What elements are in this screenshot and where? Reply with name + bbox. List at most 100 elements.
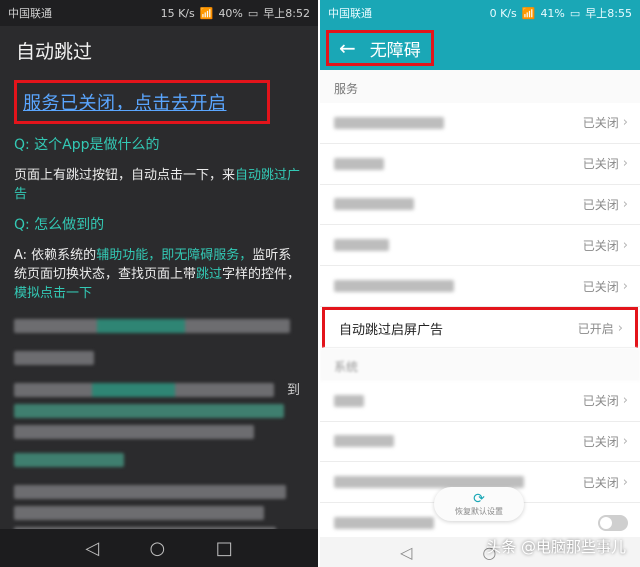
home-circle-icon[interactable]: ○ <box>150 538 166 559</box>
service-row[interactable]: 已关闭 › <box>320 103 640 144</box>
faq-answer-1: 页面上有跳过按钮，自动点击一下，来自动跳过广告 <box>14 166 304 204</box>
back-arrow-icon[interactable]: ← <box>339 36 356 60</box>
row-status: 已关闭 › <box>583 114 628 131</box>
signal-icon: 📶 <box>521 6 536 20</box>
blurred-label <box>334 280 454 293</box>
service-enable-link[interactable]: 服务已关闭，点击去开启 <box>14 80 270 124</box>
service-label: 自动跳过启屏广告 <box>339 322 444 338</box>
row-status: 已关闭 › <box>583 196 628 213</box>
answer-2-highlight-b: 跳过 <box>196 267 223 282</box>
row-status: 已关闭 › <box>583 433 628 450</box>
answer-2-text-a: A: 依赖系统的 <box>14 248 97 263</box>
status-text: 已关闭 <box>582 116 619 131</box>
blurred-line <box>14 506 264 520</box>
row-status: 已关闭 › <box>583 237 628 254</box>
chevron-right-icon: › <box>622 433 628 449</box>
refresh-icon: ⟳ <box>473 490 485 507</box>
back-triangle-icon[interactable]: ◁ <box>400 543 412 562</box>
recents-square-icon[interactable]: □ <box>216 538 233 559</box>
chevron-right-icon: › <box>622 196 628 212</box>
status-text: 已关闭 <box>582 238 619 253</box>
row-status: 已关闭 › <box>583 474 628 491</box>
blurred-line <box>14 351 94 365</box>
blurred-line <box>14 485 286 499</box>
section-title-services: 服务 <box>320 70 640 103</box>
left-phone-screen: 中国联通 15 K/s 📶 40% ▭ 早上8:52 自动跳过 服务已关闭，点击… <box>0 0 318 567</box>
watermark: 头条 @电脑那些事儿 <box>486 538 626 556</box>
status-bar: 中国联通 0 K/s 📶 41% ▭ 早上8:55 <box>320 0 640 26</box>
row-status: 已关闭 › <box>583 392 628 409</box>
row-status: 已关闭 › <box>583 155 628 172</box>
service-row[interactable]: 已关闭 › <box>320 266 640 307</box>
answer-2-text-c: 字样的控件， <box>222 267 301 282</box>
blurred-label <box>334 239 389 252</box>
answer-1-text: 页面上有跳过按钮，自动点击一下，来 <box>14 168 236 183</box>
battery-icon: ▭ <box>569 6 581 20</box>
network-speed: 15 K/s <box>160 6 195 20</box>
clock: 早上8:55 <box>585 7 632 20</box>
blurred-label <box>334 198 414 211</box>
page-title: 无障碍 <box>369 40 421 61</box>
partial-glyph: 到 <box>286 383 300 398</box>
service-enable-link-text: 服务已关闭，点击去开启 <box>23 93 227 114</box>
blurred-label <box>334 435 394 448</box>
blurred-line <box>14 453 124 467</box>
faq-question-1: Q: 这个App是做什么的 <box>14 137 160 153</box>
chevron-right-icon: › <box>622 156 628 172</box>
back-title-group[interactable]: ← 无障碍 <box>326 30 434 66</box>
chevron-right-icon: › <box>622 474 628 490</box>
chevron-right-icon: › <box>622 237 628 253</box>
signal-icon: 📶 <box>199 6 214 20</box>
blurred-line <box>14 319 290 333</box>
status-text: 已关闭 <box>582 394 619 409</box>
status-text: 已关闭 <box>582 157 619 172</box>
service-row[interactable]: 已关闭 › <box>320 143 640 185</box>
blurred-label <box>334 157 384 170</box>
page-title: 自动跳过 <box>16 40 93 63</box>
accessibility-list: 服务 已关闭 › 已关闭 › 已关闭 › 已关闭 › 已关闭 › 自动跳过启屏广告 已开启… <box>320 70 640 544</box>
battery-level: 41% <box>540 6 565 20</box>
faq-question-2: Q: 怎么做到的 <box>14 217 105 233</box>
status-text: 已关闭 <box>582 279 619 294</box>
blurred-label <box>334 517 434 530</box>
app-content: 服务已关闭，点击去开启 Q: 这个App是做什么的 页面上有跳过按钮，自动点击一… <box>0 80 318 541</box>
back-triangle-icon[interactable]: ◁ <box>85 538 99 559</box>
answer-2-highlight-c: 模拟点击一下 <box>14 286 93 301</box>
blurred-label <box>334 116 444 129</box>
status-text: 已关闭 <box>582 434 619 449</box>
row-status: 已开启 › <box>578 320 623 337</box>
status-bar: 中国联通 15 K/s 📶 40% ▭ 早上8:52 <box>0 0 318 26</box>
battery-icon: ▭ <box>247 6 259 20</box>
carrier: 中国联通 <box>328 7 372 20</box>
faq-answer-2: A: 依赖系统的辅助功能，即无障碍服务，监听系统页面切换状态，查找页面上带跳过字… <box>14 246 304 303</box>
network-speed: 0 K/s <box>489 6 517 20</box>
status-text: 已关闭 <box>582 197 619 212</box>
section-title-system: 系统 <box>320 347 640 381</box>
service-row[interactable]: 已关闭 › <box>320 225 640 267</box>
service-row[interactable]: 已关闭 › <box>320 184 640 226</box>
nav-bar: ◁ ○ □ <box>0 529 318 567</box>
clock: 早上8:52 <box>263 7 310 20</box>
system-row[interactable]: 已关闭 › <box>320 421 640 463</box>
blurred-line <box>14 425 254 439</box>
reset-defaults-button[interactable]: ⟳ 恢复默认设置 <box>434 487 524 521</box>
carrier: 中国联通 <box>8 7 52 20</box>
answer-2-highlight-a: 辅助功能，即无障碍服务， <box>96 248 253 263</box>
chevron-right-icon: › <box>622 278 628 294</box>
reset-label: 恢复默认设置 <box>455 506 503 516</box>
status-text: 已开启 <box>577 321 614 336</box>
system-row[interactable]: 已关闭 › <box>320 380 640 422</box>
row-status: 已关闭 › <box>583 278 628 295</box>
battery-level: 40% <box>218 6 243 20</box>
chevron-right-icon: › <box>617 320 623 336</box>
app-bar: ← 无障碍 <box>320 26 640 70</box>
service-row-auto-skip[interactable]: 自动跳过启屏广告 已开启 › <box>322 306 638 348</box>
chevron-right-icon: › <box>622 393 628 409</box>
chevron-right-icon: › <box>622 115 628 131</box>
toggle-switch[interactable] <box>598 515 628 532</box>
blurred-content: 到 <box>14 319 304 541</box>
blurred-label <box>334 394 364 407</box>
status-text: 已关闭 <box>582 475 619 490</box>
blurred-line <box>14 404 284 418</box>
blurred-line <box>14 383 274 397</box>
